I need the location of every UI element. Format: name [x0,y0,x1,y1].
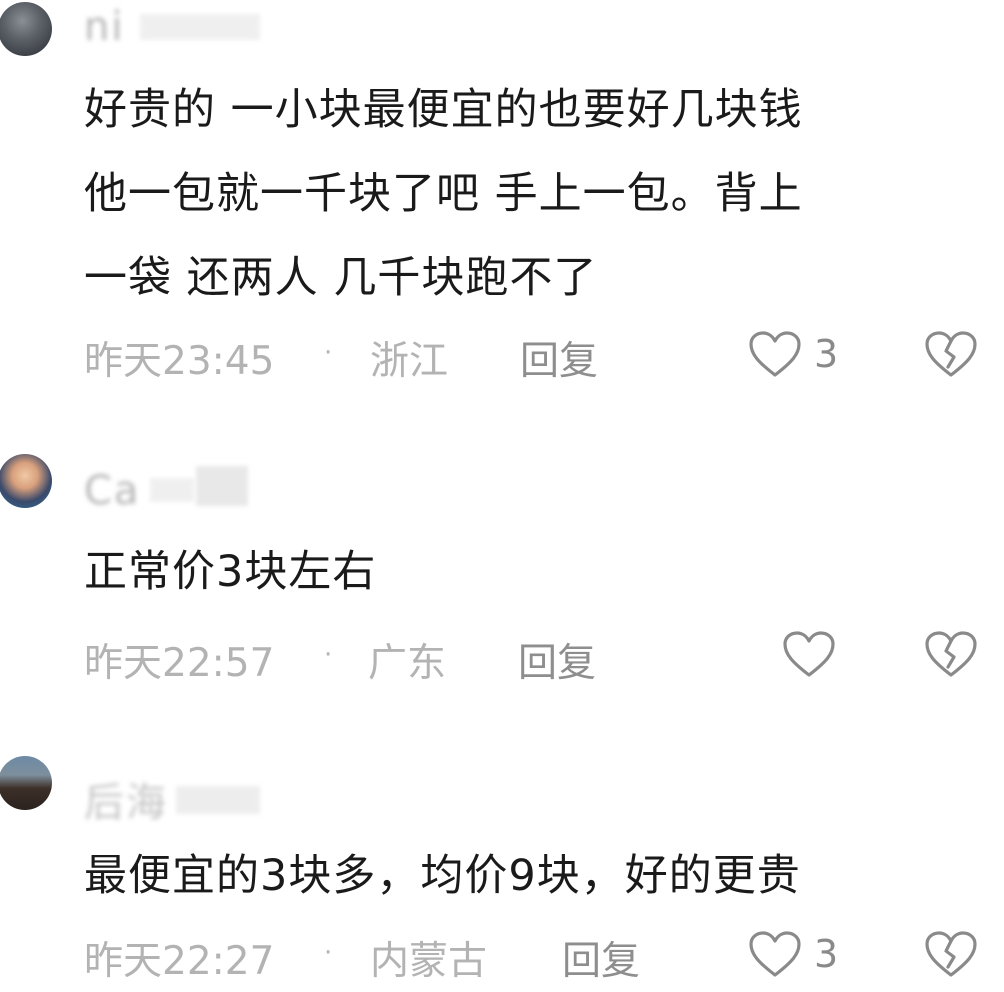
heart-outline-icon[interactable] [748,330,802,380]
separator: · [324,938,333,968]
comment-text: 最便宜的3块多，均价9块，好的更贵 [84,834,964,918]
username[interactable]: Ca [84,468,140,518]
comment-text: 好贵的 一小块最便宜的也要好几块钱 他一包就一千块了吧 手上一包。背上 一袋 还… [84,68,964,320]
reply-button[interactable]: 回复 [518,632,596,688]
comment-text: 正常价3块左右 [84,530,964,614]
avatar[interactable] [0,2,52,56]
separator: · [324,338,333,368]
timestamp: 昨天22:27 [84,939,275,984]
comment-meta: 昨天22:27 · 内蒙古 回复 [84,930,984,984]
comment-list: ni 好贵的 一小块最便宜的也要好几块钱 他一包就一千块了吧 手上一包。背上 一… [0,0,1004,992]
comment-meta: 昨天23:45 · 浙江 回复 [84,330,984,384]
like-count: 3 [814,932,839,976]
broken-heart-icon[interactable] [924,330,978,380]
username-blur [176,786,260,814]
username[interactable]: 后海 [84,770,168,820]
avatar[interactable] [0,454,52,508]
location: 内蒙古 [370,939,488,984]
comment-text-line: 最便宜的3块多，均价9块，好的更贵 [84,851,801,901]
comment-meta: 昨天22:57 · 广东 回复 [84,632,984,686]
location: 广东 [368,641,447,686]
username[interactable]: ni [84,4,124,48]
separator: · [324,640,333,670]
username-blur [150,478,194,502]
broken-heart-icon[interactable] [924,630,978,680]
comment-text-line: 正常价3块左右 [84,547,377,597]
username-blur [196,466,248,506]
timestamp: 昨天23:45 [84,339,275,384]
comment-text-line: 他一包就一千块了吧 手上一包。背上 [84,169,803,219]
reply-button[interactable]: 回复 [562,930,640,986]
timestamp: 昨天22:57 [84,641,275,686]
heart-outline-icon[interactable] [782,630,836,680]
location: 浙江 [370,339,449,384]
reply-button[interactable]: 回复 [520,330,598,386]
avatar[interactable] [0,756,52,810]
heart-outline-icon[interactable] [748,930,802,980]
comment-text-line: 一袋 还两人 几千块跑不了 [84,253,598,303]
like-count: 3 [814,332,839,376]
broken-heart-icon[interactable] [924,930,978,980]
username-blur [140,14,260,40]
comment-text-line: 好贵的 一小块最便宜的也要好几块钱 [84,85,803,135]
